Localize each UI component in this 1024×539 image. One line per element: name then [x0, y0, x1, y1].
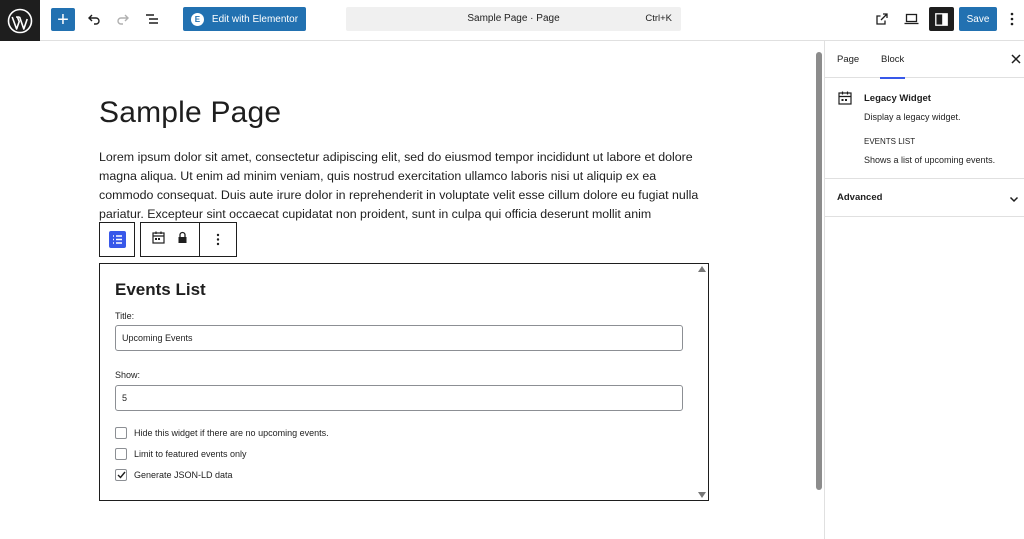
settings-toggle-button[interactable]	[929, 7, 954, 31]
undo-button[interactable]	[84, 8, 104, 30]
desktop-preview-icon	[904, 13, 918, 25]
document-overview-button[interactable]	[142, 8, 162, 30]
wordpress-glyph	[7, 8, 33, 33]
external-link-icon	[876, 13, 888, 25]
more-options-icon	[216, 233, 220, 246]
option-featured-only[interactable]: Limit to featured events only	[115, 448, 247, 460]
save-button[interactable]: Save	[959, 7, 997, 31]
redo-icon	[117, 14, 129, 25]
featured-only-checkbox[interactable]	[115, 448, 127, 460]
advanced-label: Advanced	[837, 192, 883, 203]
hide-if-empty-label: Hide this widget if there are no upcomin…	[134, 428, 329, 438]
editor-header: + E Edit with Elementor Sample Page · Pa…	[0, 0, 1024, 41]
elementor-label: Edit with Elementor	[211, 13, 299, 25]
scroll-up-arrow-icon[interactable]	[698, 266, 706, 272]
scroll-down-arrow-icon[interactable]	[698, 492, 706, 498]
tab-block[interactable]: Block	[880, 41, 906, 79]
show-field-label: Show:	[115, 370, 141, 380]
view-page-button[interactable]	[872, 9, 892, 29]
keyboard-shortcut: Ctrl+K	[645, 13, 672, 24]
events-list-block-icon	[108, 231, 126, 248]
canvas-scrollbar[interactable]	[816, 52, 822, 490]
block-options-button[interactable]	[199, 222, 237, 257]
block-card-title: Legacy Widget	[864, 93, 931, 104]
settings-sidebar: Page Block Legacy Widget Display a legac…	[824, 41, 1024, 539]
add-block-button[interactable]: +	[51, 8, 75, 31]
sidebar-panel-icon	[935, 12, 948, 26]
edit-with-elementor-button[interactable]: E Edit with Elementor	[183, 7, 306, 31]
close-icon	[1011, 54, 1021, 64]
calendar-icon[interactable]	[152, 231, 165, 249]
options-menu-button[interactable]	[1004, 9, 1020, 29]
option-json-ld[interactable]: Generate JSON-LD data	[115, 469, 233, 481]
list-view-icon	[146, 14, 158, 24]
tab-page[interactable]: Page	[837, 41, 859, 78]
block-controls-group	[140, 222, 199, 257]
lock-icon[interactable]	[177, 231, 188, 249]
undo-icon	[88, 14, 100, 25]
block-card-description: Display a legacy widget.	[864, 112, 961, 122]
title-input[interactable]: Upcoming Events	[115, 325, 683, 351]
wordpress-logo-icon[interactable]	[0, 0, 40, 41]
redo-button[interactable]	[113, 8, 133, 30]
widget-type-description: Shows a list of upcoming events.	[864, 155, 996, 165]
widget-heading: Events List	[115, 280, 206, 299]
json-ld-label: Generate JSON-LD data	[134, 470, 233, 480]
advanced-panel-toggle[interactable]: Advanced	[825, 179, 1024, 217]
vertical-ellipsis-icon	[1010, 12, 1014, 26]
command-palette-bar[interactable]: Sample Page · Page Ctrl+K	[346, 7, 681, 31]
chevron-down-icon	[1008, 192, 1020, 204]
calendar-icon	[838, 91, 852, 105]
paragraph-block[interactable]: Lorem ipsum dolor sit amet, consectetur …	[99, 148, 711, 224]
hide-if-empty-checkbox[interactable]	[115, 427, 127, 439]
json-ld-checkbox[interactable]	[115, 469, 127, 481]
preview-button[interactable]	[901, 9, 921, 29]
legacy-widget-block[interactable]: Events List Title: Upcoming Events Show:…	[99, 263, 709, 501]
block-toolbar	[99, 222, 237, 257]
option-hide-if-empty[interactable]: Hide this widget if there are no upcomin…	[115, 427, 329, 439]
tab-page-label: Page	[837, 54, 860, 65]
widget-type-name: EVENTS LIST	[864, 137, 916, 146]
page-title[interactable]: Sample Page	[99, 96, 281, 130]
sidebar-tabs: Page Block	[825, 41, 1024, 79]
close-sidebar-button[interactable]	[1010, 53, 1022, 65]
editor-canvas: Sample Page Lorem ipsum dolor sit amet, …	[0, 41, 815, 539]
show-input[interactable]: 5	[115, 385, 683, 411]
plus-icon: +	[57, 8, 69, 31]
title-field-label: Title:	[115, 311, 135, 321]
checkmark-icon	[117, 471, 126, 479]
elementor-icon: E	[190, 12, 204, 26]
featured-only-label: Limit to featured events only	[134, 449, 247, 459]
tab-block-label: Block	[881, 54, 905, 65]
save-label: Save	[966, 13, 990, 25]
block-type-button[interactable]	[99, 222, 135, 257]
active-tab-indicator	[880, 77, 906, 79]
document-title: Sample Page · Page	[467, 13, 560, 24]
